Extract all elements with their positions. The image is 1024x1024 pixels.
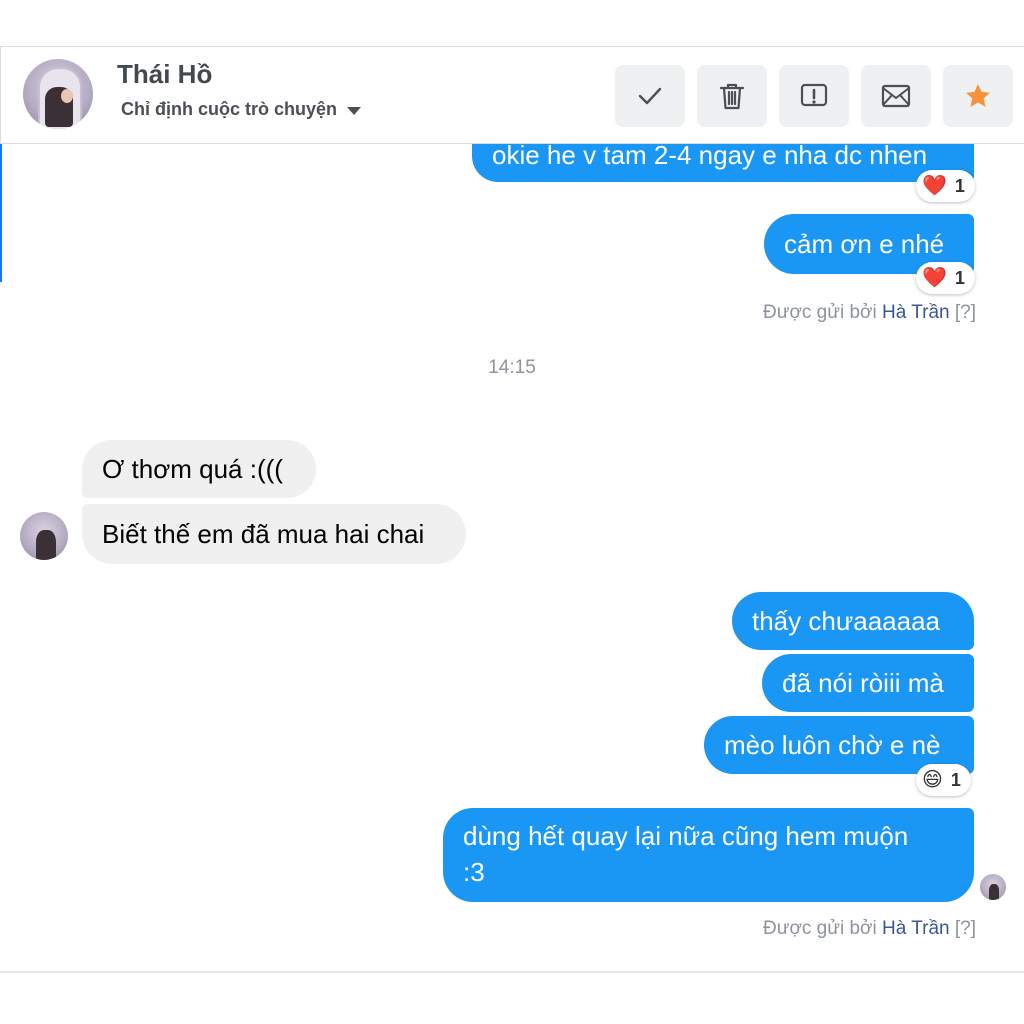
follow-up-button[interactable]: [943, 65, 1013, 127]
conversation-header: Thái Hồ Chỉ định cuộc trò chuyện: [0, 46, 1024, 144]
contact-avatar[interactable]: [23, 59, 93, 129]
reaction-count: 1: [954, 267, 965, 288]
incoming-message[interactable]: Ơ thơm quá :(((: [82, 440, 316, 498]
mark-unread-button[interactable]: [861, 65, 931, 127]
assign-label: Chỉ định cuộc trò chuyện: [121, 99, 338, 119]
report-icon: [800, 83, 828, 107]
check-icon: [638, 87, 662, 105]
heart-reaction-icon: ❤️: [922, 175, 947, 197]
help-link[interactable]: [?]: [955, 302, 976, 323]
message-reaction[interactable]: ❤️ 1: [916, 170, 975, 202]
seen-avatar: [980, 874, 1006, 900]
mail-icon: [881, 84, 911, 108]
reaction-count: 1: [950, 769, 961, 790]
conversation-page: Thái Hồ Chỉ định cuộc trò chuyện okie he…: [0, 0, 1024, 1024]
message-reaction[interactable]: ❤️ 1: [916, 262, 975, 294]
contact-avatar-small[interactable]: [20, 512, 68, 560]
heart-reaction-icon: ❤️: [922, 267, 947, 289]
sender-name-link[interactable]: Hà Trần: [882, 302, 950, 323]
star-icon: [966, 84, 990, 107]
sent-by-label: Được gửi bởi Hà Trần [?]: [763, 302, 976, 323]
caret-down-icon: [347, 106, 362, 115]
help-link[interactable]: [?]: [955, 918, 976, 939]
contact-name[interactable]: Thái Hồ: [117, 59, 212, 90]
delete-button[interactable]: [697, 65, 767, 127]
trash-icon: [719, 83, 745, 110]
laugh-reaction-icon: 😄: [922, 769, 943, 791]
outgoing-message[interactable]: đã nói ròiii mà: [762, 654, 974, 712]
reaction-count: 1: [954, 175, 965, 196]
message-reaction[interactable]: 😄 1: [916, 764, 971, 796]
incoming-message[interactable]: Biết thế em đã mua hai chai: [82, 504, 466, 564]
mark-done-button[interactable]: [615, 65, 685, 127]
message-timestamp: 14:15: [488, 357, 536, 378]
assign-conversation-dropdown[interactable]: Chỉ định cuộc trò chuyện: [121, 99, 362, 120]
outgoing-message[interactable]: thấy chưaaaaaa: [732, 592, 974, 650]
sender-name-link[interactable]: Hà Trần: [882, 918, 950, 939]
report-spam-button[interactable]: [779, 65, 849, 127]
sent-by-label: Được gửi bởi Hà Trần [?]: [763, 918, 976, 939]
outgoing-message[interactable]: dùng hết quay lại nữa cũng hem muộn :3: [443, 808, 974, 902]
active-thread-indicator: [0, 144, 2, 282]
composer-divider: [0, 971, 1024, 973]
